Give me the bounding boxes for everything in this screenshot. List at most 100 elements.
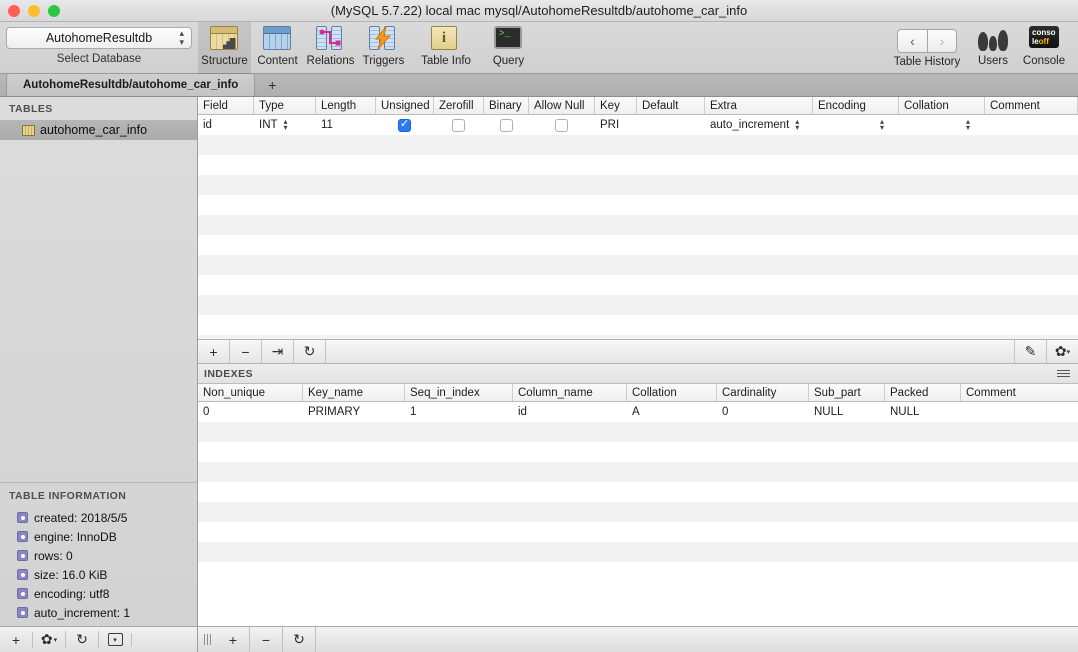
binary-checkbox[interactable] [499,118,513,132]
add-index-button[interactable]: + [217,627,250,652]
toolbar-item-console[interactable]: conso leoff Console [1016,22,1072,74]
sidebar-bottom-toolbar: + ✿ ▾ ↻ ▾ [0,626,197,652]
structure-toolbar: + − ⇥ ↻ ✎ ✿ ▾ [198,339,1078,364]
index-column-header-seq-in-index[interactable]: Seq_in_index [405,384,513,401]
duplicate-field-button[interactable]: ⇥ [262,340,294,363]
cell-encoding[interactable]: ▴ ▾ [813,115,899,135]
chevron-updown-icon[interactable]: ▴ ▾ [284,118,288,132]
cell-allow-null[interactable] [529,115,595,135]
table-row[interactable]: id INT ▴ ▾ 11 ✓ PRI auto_increment ▴ ▾ ▴… [198,115,1078,135]
database-selector-group: AutohomeResultdb ▴ ▾ Select Database [0,22,198,65]
index-column-header-non-unique[interactable]: Non_unique [198,384,303,401]
column-header-type[interactable]: Type [254,97,316,114]
toolbar-item-relations[interactable]: Relations [304,22,357,74]
cell-unsigned[interactable] [376,115,434,135]
toolbar-item-content[interactable]: Content [251,22,304,74]
sidebar-item-autohome-car-info[interactable]: autohome_car_info [0,120,197,140]
index-column-header-sub-part[interactable]: Sub_part [809,384,885,401]
database-select[interactable]: AutohomeResultdb ▴ ▾ [6,27,192,49]
cell-key[interactable]: PRI [595,115,637,135]
chevron-updown-icon[interactable]: ▴ ▾ [966,118,970,132]
resize-grip[interactable] [198,627,217,652]
add-table-button[interactable]: + [0,631,33,648]
column-header-default[interactable]: Default [637,97,705,114]
toolbar-tabs: Structure Content Relations Triggers i T… [198,22,535,74]
table-info-engine-label: engine: InnoDB [34,529,117,544]
allow-null-checkbox[interactable] [555,118,568,132]
cell-collation[interactable]: ▴ ▾ [899,115,985,135]
new-tab-button[interactable]: + [255,73,289,96]
toolbar-item-users[interactable]: Users [970,22,1016,74]
refresh-indexes-button[interactable]: ↻ [283,627,316,652]
cell-length[interactable]: 11 [316,115,376,135]
toolbar-item-structure-label: Structure [201,55,248,67]
toolbar-item-triggers[interactable]: Triggers [357,22,410,74]
column-header-extra[interactable]: Extra [705,97,813,114]
remove-index-button[interactable]: − [250,627,283,652]
zerofill-checkbox[interactable] [452,118,465,132]
toolbar-item-relations-label: Relations [306,55,355,67]
index-column-header-cardinality[interactable]: Cardinality [717,384,809,401]
edit-table-button[interactable]: ✎ [1014,340,1046,363]
chevron-updown-icon[interactable]: ▴ ▾ [795,118,799,132]
window-title: (MySQL 5.7.22) local mac mysql/AutohomeR… [330,3,748,18]
index-column-header-comment[interactable]: Comment [961,384,1078,401]
remove-field-button[interactable]: − [230,340,262,363]
cell-binary[interactable] [484,115,529,135]
refresh-tables-button[interactable]: ↻ [66,631,99,648]
structure-grid: id INT ▴ ▾ 11 ✓ PRI auto_increment ▴ ▾ ▴… [198,115,1078,339]
index-column-header-collation[interactable]: Collation [627,384,717,401]
column-header-comment[interactable]: Comment [985,97,1078,114]
indexes-title: INDEXES [204,367,253,380]
column-header-collation[interactable]: Collation [899,97,985,114]
table-row[interactable]: 0 PRIMARY 1 id A 0 NULL NULL [198,402,1078,422]
unsigned-checkbox[interactable] [398,118,411,132]
history-nav-icon: ‹ › [897,29,957,53]
tab-label: AutohomeResultdb/autohome_car_info [23,78,239,91]
column-header-key[interactable]: Key [595,97,637,114]
cell-field[interactable]: id [198,115,254,135]
toolbar-item-query[interactable]: Query [482,22,535,74]
cell-comment[interactable] [985,115,1078,135]
table-actions-gear-button[interactable]: ✿ ▾ [33,631,66,648]
cell-zerofill[interactable] [434,115,484,135]
table-row-empty [198,315,1078,335]
gear-icon: ✿ [1054,343,1067,359]
table-info-icon: i [431,26,461,52]
history-back-button[interactable]: ‹ [897,29,927,53]
history-forward-button[interactable]: › [927,29,957,53]
column-header-length[interactable]: Length [316,97,376,114]
column-header-field[interactable]: Field [198,97,254,114]
tab-autohome-car-info[interactable]: AutohomeResultdb/autohome_car_info [6,73,256,96]
index-cell-collation: A [632,406,640,418]
column-header-zerofill[interactable]: Zerofill [434,97,484,114]
toolbar-item-structure[interactable]: Structure [198,22,251,74]
table-row-empty [198,482,1078,502]
index-column-header-key-name[interactable]: Key_name [303,384,405,401]
refresh-structure-button[interactable]: ↻ [294,340,326,363]
cell-extra[interactable]: auto_increment ▴ ▾ [705,115,813,135]
table-information-header: TABLE INFORMATION [9,490,127,502]
toolbar-item-triggers-label: Triggers [362,55,405,67]
column-header-binary[interactable]: Binary [484,97,529,114]
toolbar-item-table-history: ‹ › Table History [884,22,970,74]
cell-default[interactable] [637,115,705,135]
column-header-encoding[interactable]: Encoding [813,97,899,114]
cell-type-value: INT [259,119,278,131]
sidebar-item-label: autohome_car_info [40,123,148,137]
index-column-header-column-name[interactable]: Column_name [513,384,627,401]
add-field-button[interactable]: + [198,340,230,363]
structure-icon [209,26,240,52]
index-column-header-packed[interactable]: Packed [885,384,961,401]
column-header-allow-null[interactable]: Allow Null [529,97,595,114]
table-info-toggle-button[interactable]: ▾ [99,633,132,646]
main-toolbar: AutohomeResultdb ▴ ▾ Select Database Stru… [0,22,1078,74]
index-cell-seq-in-index: 1 [410,406,417,418]
structure-empty-rows [198,135,1078,339]
toolbar-item-table-info[interactable]: i Table Info [410,22,482,74]
chevron-updown-icon[interactable]: ▴ ▾ [880,118,884,132]
column-header-unsigned[interactable]: Unsigned [376,97,434,114]
hamburger-icon[interactable] [1057,370,1070,377]
structure-options-button[interactable]: ✿ ▾ [1046,340,1078,363]
cell-type[interactable]: INT ▴ ▾ [254,115,316,135]
